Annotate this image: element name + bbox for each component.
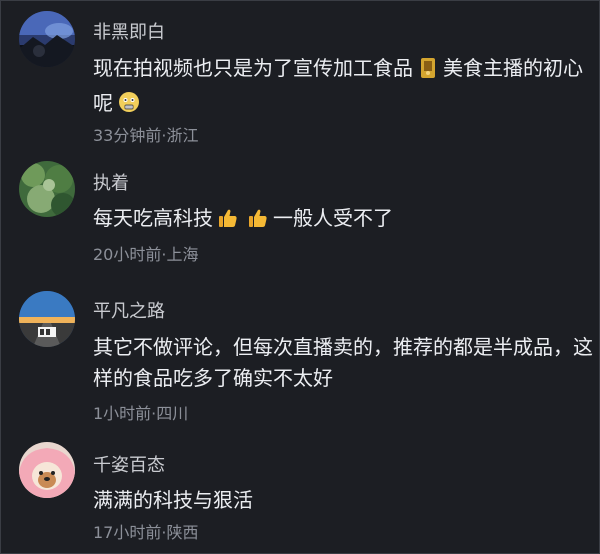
username[interactable]: 平凡之路 (93, 297, 165, 323)
comment-meta: 33分钟前·浙江 (93, 126, 199, 145)
comment-text-part: 美食主播的初心 (443, 56, 583, 80)
card-emoji-icon (417, 57, 439, 88)
avatar[interactable] (19, 11, 75, 67)
comment-text: 其它不做评论，但每次直播卖的，推荐的都是半成品，这 样的食品吃多了确实不太好 (93, 332, 593, 394)
thumbs-up-icon (217, 207, 239, 238)
comment-meta: 17小时前·陕西 (93, 523, 199, 542)
comment-meta: 20小时前·上海 (93, 245, 199, 264)
username[interactable]: 千姿百态 (93, 451, 165, 477)
avatar[interactable] (19, 291, 75, 347)
comment-meta: 1小时前·四川 (93, 404, 189, 423)
comment-text-line: 其它不做评论，但每次直播卖的，推荐的都是半成品，这 (93, 335, 593, 359)
thumbs-up-icon (247, 207, 269, 238)
comment-text: 现在拍视频也只是为了宣传加工食品 美食主播的初心 呢 (93, 53, 591, 123)
avatar[interactable] (19, 442, 75, 498)
comment-text-part: 呢 (93, 91, 113, 115)
comment-text-part: 一般人受不了 (273, 206, 393, 230)
comment-text-part: 现在拍视频也只是为了宣传加工食品 (93, 56, 413, 80)
avatar[interactable] (19, 161, 75, 217)
comment-text: 每天吃高科技 一般人受不了 (93, 203, 591, 238)
shocked-face-emoji-icon (117, 90, 141, 123)
comment-text: 满满的科技与狠活 (93, 488, 253, 512)
username[interactable]: 执着 (93, 169, 129, 195)
comment-text-part: 每天吃高科技 (93, 206, 213, 230)
comment-text-line: 样的食品吃多了确实不太好 (93, 366, 333, 390)
comment-list: 非黑即白 现在拍视频也只是为了宣传加工食品 美食主播的初心 呢 33分钟前·浙江 … (0, 0, 600, 554)
username[interactable]: 非黑即白 (93, 18, 165, 44)
